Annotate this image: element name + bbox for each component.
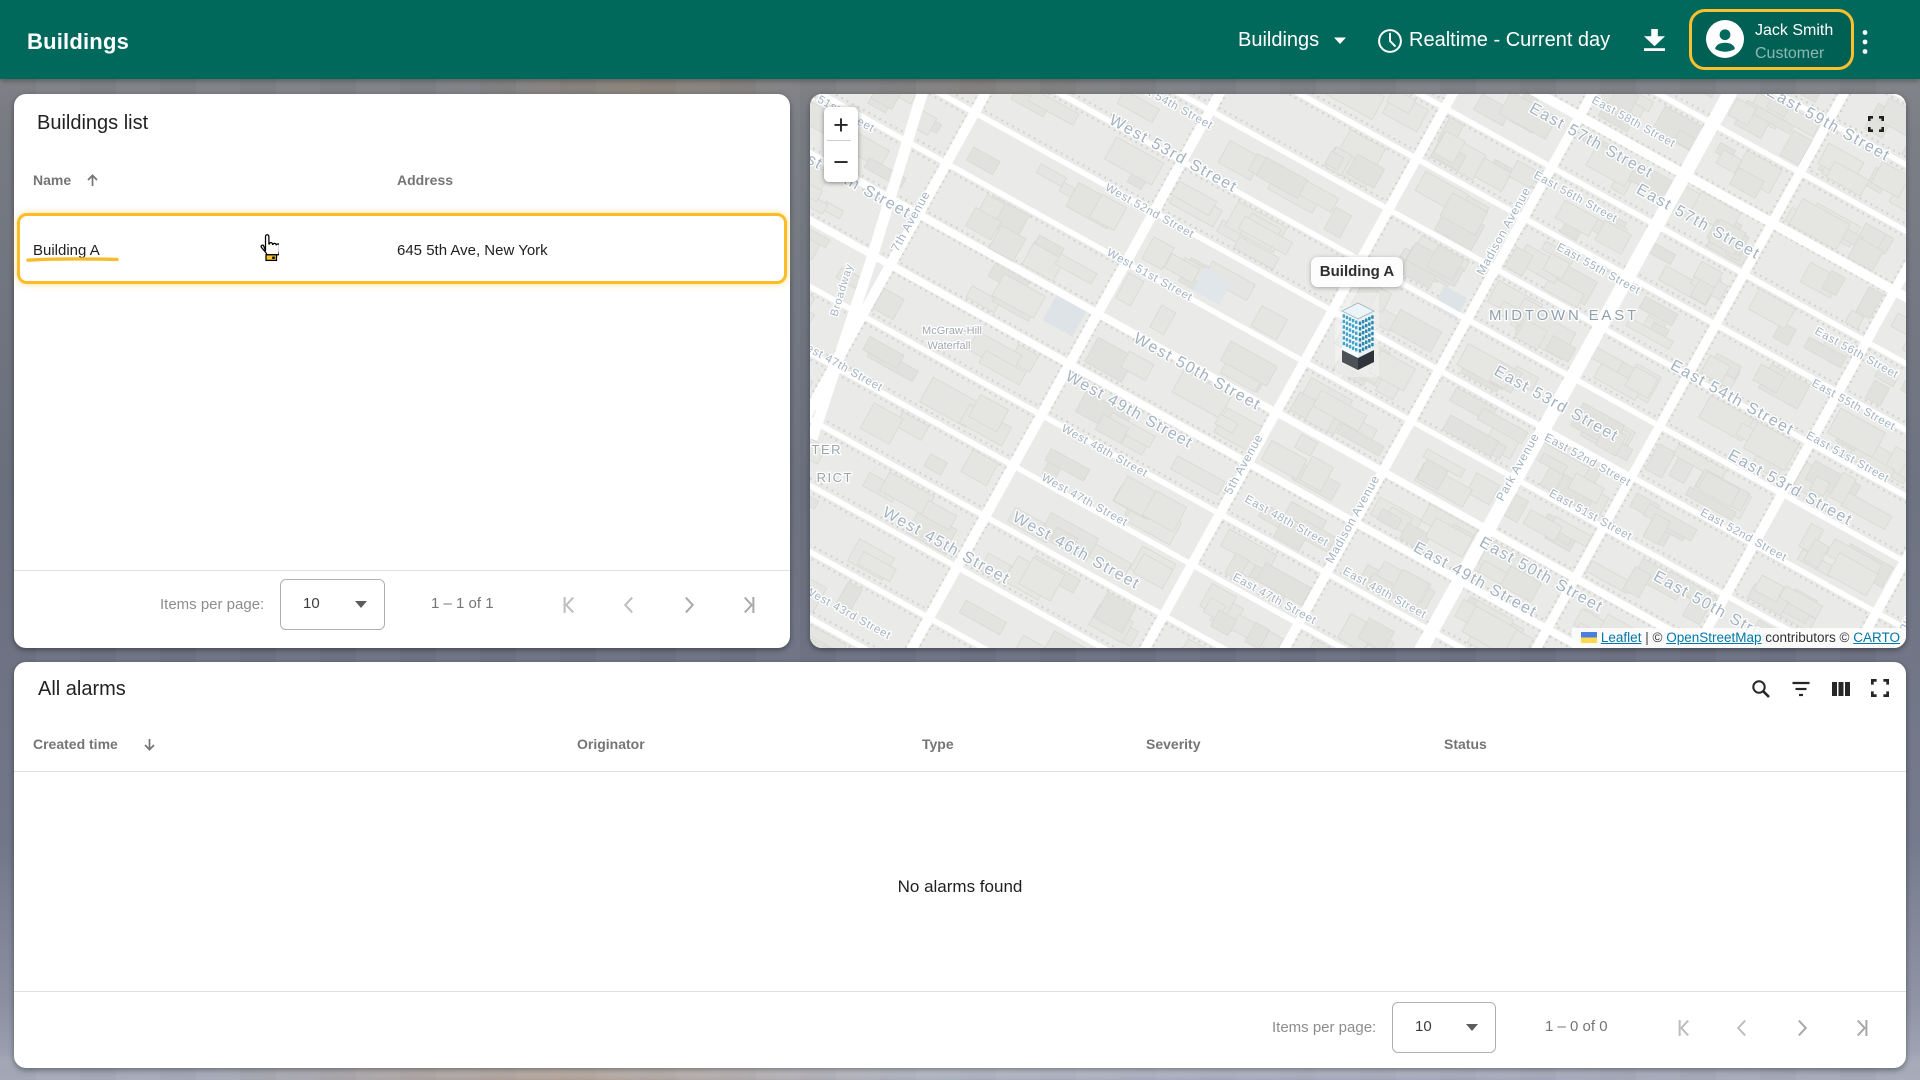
svg-text:McGraw-Hill: McGraw-Hill xyxy=(922,325,982,337)
svg-text:RICT: RICT xyxy=(817,470,853,485)
svg-text:TER: TER xyxy=(812,442,843,457)
svg-text:Waterfall: Waterfall xyxy=(928,340,971,352)
svg-text:MIDTOWN EAST: MIDTOWN EAST xyxy=(1489,307,1639,324)
